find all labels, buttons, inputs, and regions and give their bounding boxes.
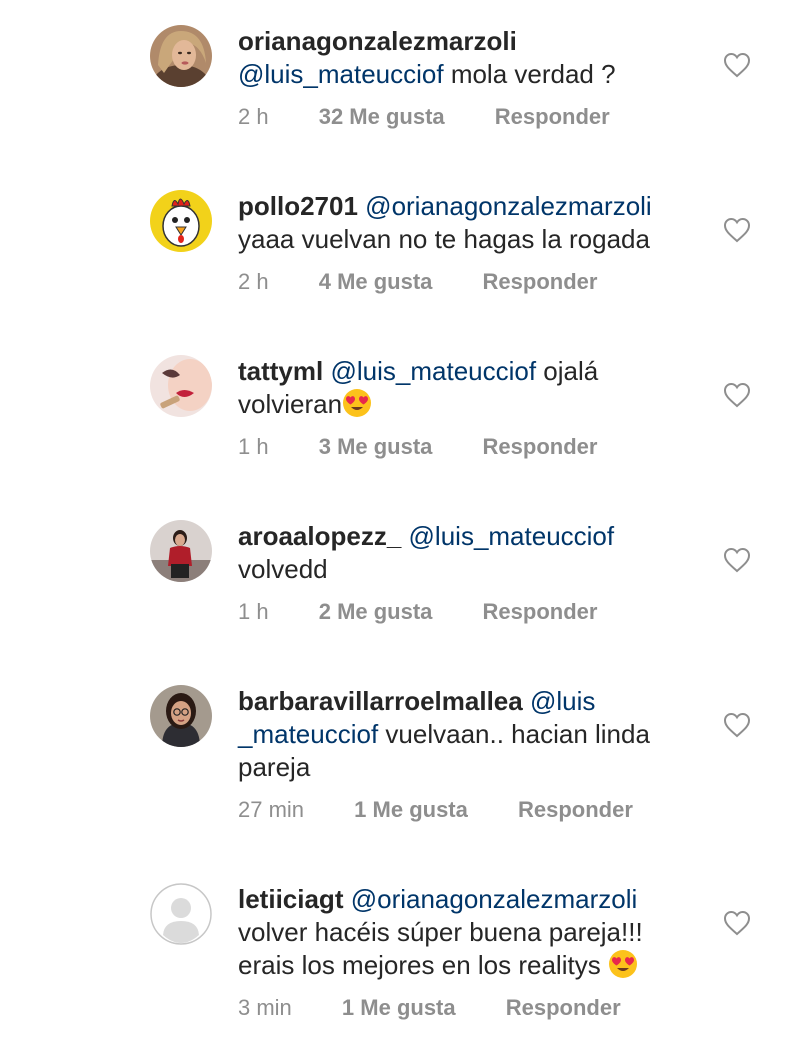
comment-body: mola verdad ?	[443, 59, 616, 89]
comment-text: pollo2701 @orianagonzalezmarzoli yaaa vu…	[238, 190, 698, 256]
comment-body: yaaa vuelvan no te hagas la rogada	[238, 224, 650, 254]
comment-username[interactable]: barbaravillarroelmallea	[238, 686, 523, 716]
comment-meta: 27 min 1 Me gusta Responder	[238, 797, 633, 823]
heart-eyes-emoji-icon	[342, 388, 372, 418]
avatar[interactable]	[150, 520, 212, 582]
reply-button[interactable]: Responder	[495, 104, 610, 130]
comment-username[interactable]: pollo2701	[238, 191, 358, 221]
comment-username[interactable]: letiiciagt	[238, 884, 343, 914]
comment-username[interactable]: aroaalopezz_	[238, 521, 401, 551]
like-heart-icon[interactable]	[723, 910, 751, 936]
like-heart-icon[interactable]	[723, 52, 751, 78]
comment-mention[interactable]: @luis_mateucciof	[238, 59, 444, 89]
comment-text: letiiciagt @orianagonzalezmarzoli volver…	[238, 883, 698, 982]
comment-text: tattyml @luis_mateucciof ojalá volvieran	[238, 355, 698, 421]
comment-time: 1 h	[238, 434, 269, 459]
comment-meta: 1 h 2 Me gusta Responder	[238, 599, 597, 625]
comment-mention[interactable]: @orianagonzalezmarzoli	[365, 191, 652, 221]
comment-meta: 3 min 1 Me gusta Responder	[238, 995, 621, 1021]
comment-time: 2 h	[238, 104, 269, 129]
avatar[interactable]	[150, 685, 212, 747]
comment-meta: 2 h 4 Me gusta Responder	[238, 269, 597, 295]
comment-meta: 2 h 32 Me gusta Responder	[238, 104, 610, 130]
like-heart-icon[interactable]	[723, 217, 751, 243]
comment-username[interactable]: tattyml	[238, 356, 323, 386]
avatar[interactable]	[150, 883, 212, 945]
reply-button[interactable]: Responder	[483, 434, 598, 460]
comment-mention[interactable]: @luis_mateucciof	[409, 521, 615, 551]
comment-username[interactable]: orianagonzalezmarzoli	[238, 26, 517, 56]
comment-likes[interactable]: 1 Me gusta	[354, 797, 468, 823]
reply-button[interactable]: Responder	[518, 797, 633, 823]
heart-eyes-emoji-icon	[608, 949, 638, 979]
comment-text: aroaalopezz_ @luis_mateucciof volvedd	[238, 520, 698, 586]
comment-body: volvedd	[238, 554, 328, 584]
comment-meta: 1 h 3 Me gusta Responder	[238, 434, 597, 460]
avatar[interactable]	[150, 25, 212, 87]
avatar[interactable]	[150, 190, 212, 252]
comment-text: orianagonzalezmarzoli @luis_mateucciof m…	[238, 25, 698, 91]
comment-time: 1 h	[238, 599, 269, 624]
reply-button[interactable]: Responder	[506, 995, 621, 1021]
comment-body: volver hacéis súper buena pareja!!! erai…	[238, 917, 643, 980]
comment-time: 27 min	[238, 797, 305, 822]
reply-button[interactable]: Responder	[483, 269, 598, 295]
comment-likes[interactable]: 4 Me gusta	[319, 269, 433, 295]
like-heart-icon[interactable]	[723, 382, 751, 408]
comment-time: 3 min	[238, 995, 292, 1020]
like-heart-icon[interactable]	[723, 547, 751, 573]
comment-mention[interactable]: @luis_mateucciof	[330, 356, 536, 386]
comment-likes[interactable]: 1 Me gusta	[342, 995, 456, 1021]
comment-text: barbaravillarroelmallea @luis _mateuccio…	[238, 685, 698, 784]
comment-likes[interactable]: 32 Me gusta	[319, 104, 445, 130]
comment-time: 2 h	[238, 269, 269, 294]
comment-likes[interactable]: 3 Me gusta	[319, 434, 433, 460]
reply-button[interactable]: Responder	[483, 599, 598, 625]
comment-likes[interactable]: 2 Me gusta	[319, 599, 433, 625]
comment-mention[interactable]: @orianagonzalezmarzoli	[351, 884, 638, 914]
like-heart-icon[interactable]	[723, 712, 751, 738]
avatar[interactable]	[150, 355, 212, 417]
